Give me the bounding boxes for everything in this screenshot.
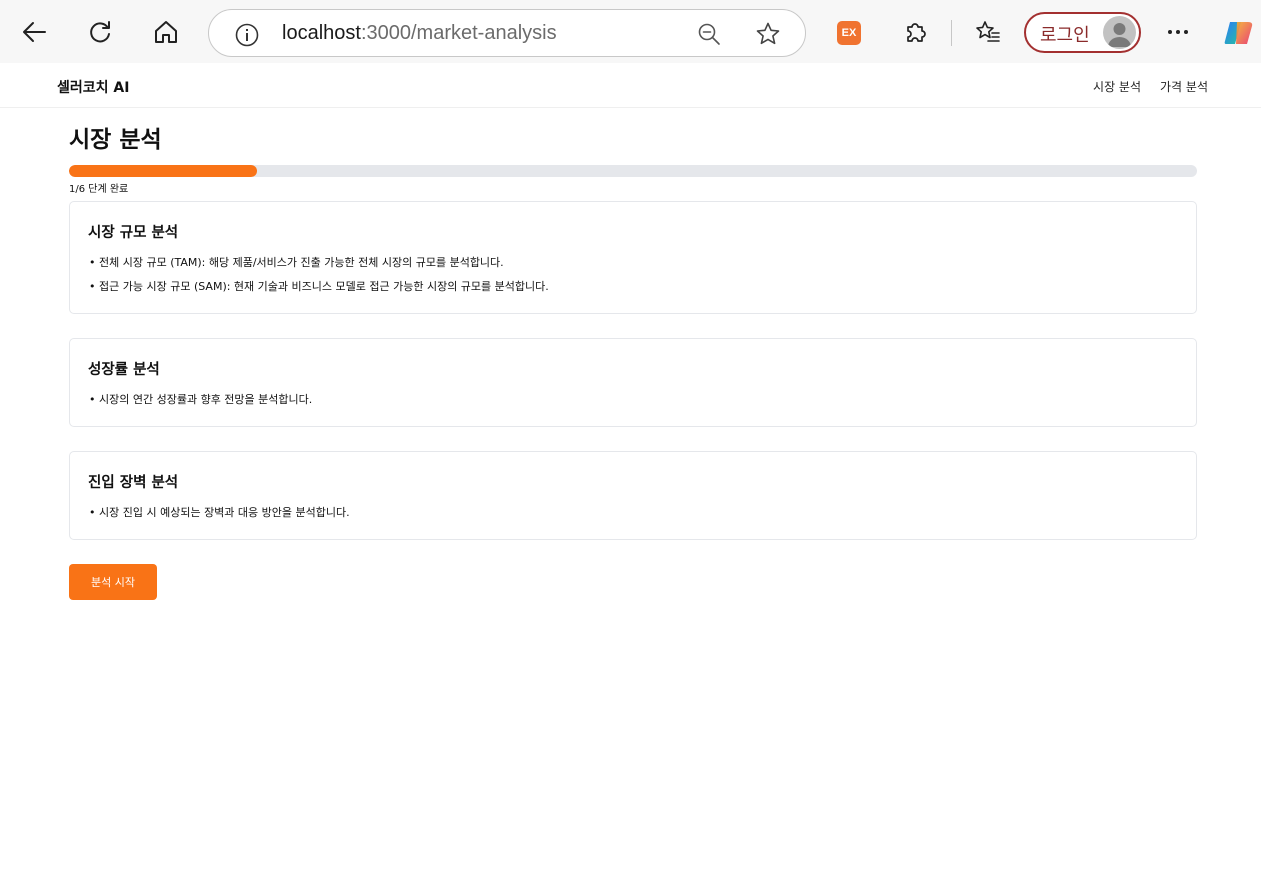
list-item: 시장의 연간 성장률과 향후 전망을 분석합니다. — [88, 394, 1178, 407]
favorites-button[interactable] — [968, 12, 1008, 52]
reload-button[interactable] — [80, 12, 120, 52]
home-button[interactable] — [146, 12, 186, 52]
section-title: 시장 규모 분석 — [88, 225, 179, 241]
url-path: :3000/market-analysis — [360, 22, 557, 44]
nav-links: 시장 분석 가격 분석 — [1093, 78, 1208, 95]
top-navbar: 셀러코치 AI 시장 분석 가격 분석 — [0, 63, 1261, 108]
site-info-icon[interactable] — [235, 23, 259, 47]
section-title: 진입 장벽 분석 — [88, 475, 179, 491]
section-card-growth-rate: 성장률 분석 시장의 연간 성장률과 향후 전망을 분석합니다. — [69, 338, 1197, 427]
back-arrow-icon — [23, 22, 46, 42]
progress-bar — [69, 165, 1197, 177]
extension-ex-icon[interactable]: EX — [837, 21, 861, 45]
progress-fill — [69, 165, 258, 177]
toolbar-divider — [951, 20, 952, 46]
section-list: 시장의 연간 성장률과 향후 전망을 분석합니다. — [88, 394, 1178, 407]
nav-link-market-analysis[interactable]: 시장 분석 — [1093, 78, 1141, 95]
home-icon — [155, 21, 177, 43]
favorite-star-icon[interactable] — [755, 21, 781, 47]
section-card-market-size: 시장 규모 분석 전체 시장 규모 (TAM): 해당 제품/서비스가 진출 가… — [69, 201, 1197, 314]
more-menu-button[interactable] — [1158, 12, 1198, 52]
favorites-list-icon — [976, 21, 1000, 42]
list-item: 시장 진입 시 예상되는 장벽과 대응 방안을 분석합니다. — [88, 507, 1178, 520]
url-host: localhost — [282, 22, 361, 44]
avatar — [1103, 16, 1136, 49]
progress-label: 1/6 단계 완료 — [69, 184, 129, 195]
list-item: 접근 가능 시장 규모 (SAM): 현재 기술과 비즈니스 모델로 접근 가능… — [88, 281, 1178, 294]
address-bar[interactable]: localhost:3000/market-analysis — [208, 9, 806, 57]
section-list: 전체 시장 규모 (TAM): 해당 제품/서비스가 진출 가능한 전체 시장의… — [88, 257, 1178, 294]
web-page: 셀러코치 AI 시장 분석 가격 분석 시장 분석 1/6 단계 완료 시장 규… — [0, 63, 1261, 883]
copilot-icon[interactable] — [1222, 16, 1256, 50]
ellipsis-icon — [1168, 30, 1188, 34]
section-title: 성장률 분석 — [88, 362, 160, 378]
url-text[interactable]: localhost:3000/market-analysis — [282, 22, 557, 45]
start-analysis-button[interactable]: 분석 시작 — [69, 564, 157, 600]
login-label: 로그인 — [1040, 25, 1090, 46]
section-list: 시장 진입 시 예상되는 장벽과 대응 방안을 분석합니다. — [88, 507, 1178, 520]
nav-link-price-analysis[interactable]: 가격 분석 — [1160, 78, 1208, 95]
page-title: 시장 분석 — [69, 127, 162, 153]
brand-logo-text[interactable]: 셀러코치 AI — [57, 77, 129, 97]
zoom-out-icon[interactable] — [697, 22, 721, 46]
browser-toolbar: localhost:3000/market-analysis EX 로그인 — [0, 0, 1261, 63]
back-button[interactable] — [14, 12, 54, 52]
section-card-entry-barrier: 진입 장벽 분석 시장 진입 시 예상되는 장벽과 대응 방안을 분석합니다. — [69, 451, 1197, 540]
list-item: 전체 시장 규모 (TAM): 해당 제품/서비스가 진출 가능한 전체 시장의… — [88, 257, 1178, 270]
extensions-button[interactable] — [895, 12, 935, 52]
reload-icon — [90, 21, 110, 43]
puzzle-icon — [907, 23, 926, 42]
user-avatar-icon — [1108, 23, 1131, 47]
profile-login-button[interactable]: 로그인 — [1024, 12, 1141, 53]
